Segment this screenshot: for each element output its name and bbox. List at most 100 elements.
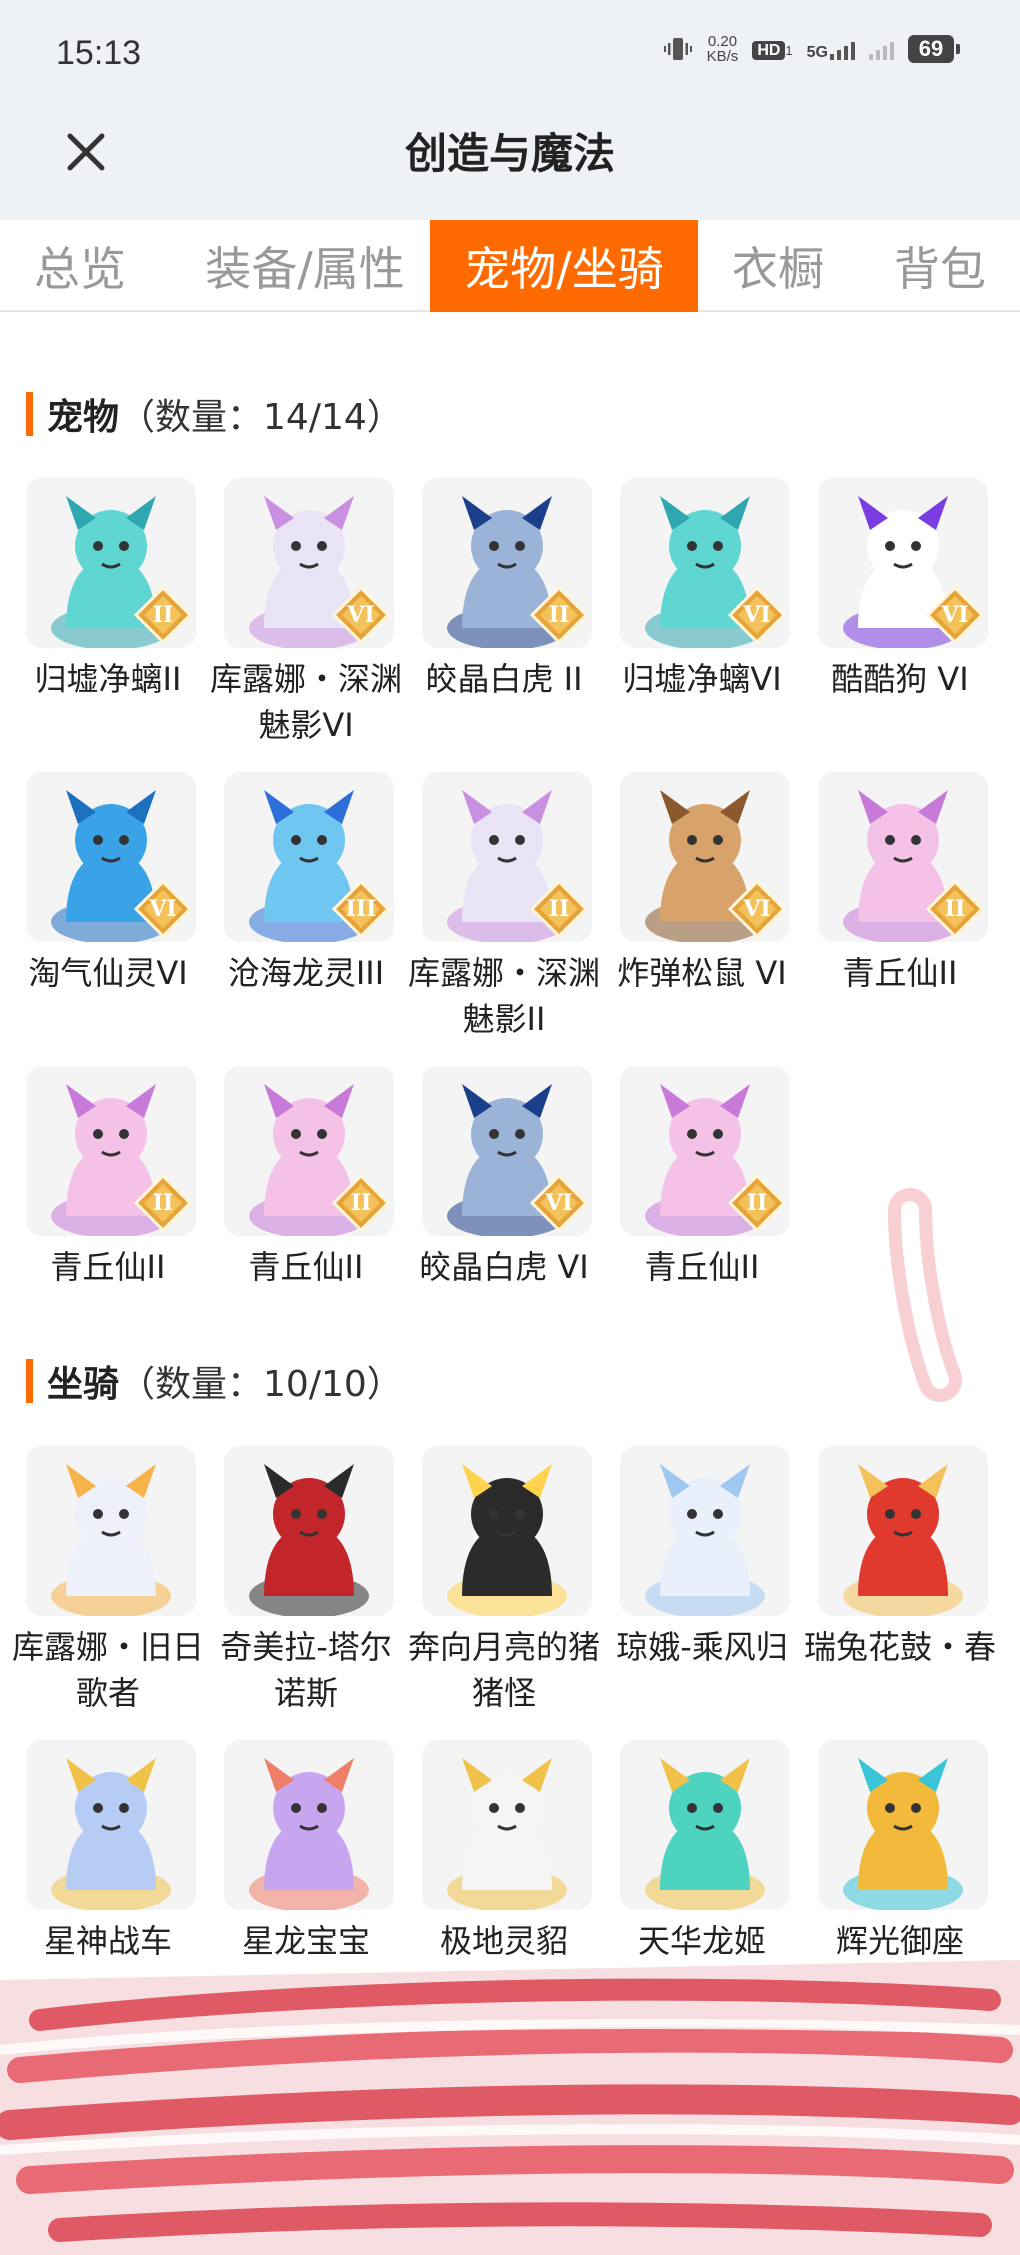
grid-item[interactable]: 奇美拉-塔尔诺斯 [216, 1446, 396, 1716]
grid-item[interactable]: 极地灵貂 [414, 1740, 594, 2010]
grid-item[interactable]: II 库露娜・深渊魅影II [408, 772, 600, 1042]
status-icons: 0.20 KB/s HD 1 5G 69 [663, 34, 960, 64]
tier-badge-label: II [152, 602, 174, 628]
grid-item[interactable]: 奔向月亮的猪猪怪 [408, 1446, 600, 1716]
item-name: 炸弹松鼠 VI [617, 954, 787, 992]
tab-wardrobe[interactable]: 衣橱 [718, 220, 838, 312]
dragon-girl-gold-icon [620, 1740, 790, 1910]
grid-item[interactable]: 星龙宝宝 [216, 1740, 396, 2010]
grid-item[interactable]: 天华龙姬 [612, 1740, 792, 2010]
dog-white-goggles-icon: VI [818, 478, 988, 648]
item-name: 淘气仙灵VI [28, 954, 188, 992]
item-name: 星龙宝宝 [241, 1922, 370, 1960]
status-time: 15:13 [56, 34, 142, 72]
hd-label: HD [752, 40, 786, 60]
tier-badge-label: III [345, 896, 377, 922]
tier-badge-label: II [548, 896, 570, 922]
item-name: 星神战车 [43, 1922, 172, 1960]
vibrate-icon [663, 34, 693, 64]
grid-item[interactable]: VI 淘气仙灵VI [18, 772, 198, 1042]
net-speed-unit: KB/s [706, 48, 739, 65]
grid-item[interactable]: VI 归墟净螭VI [612, 478, 792, 748]
chimera-red-icon [224, 1446, 394, 1616]
tier-badge-label: II [350, 1190, 372, 1216]
grid-item[interactable]: VI 酷酷狗 VI [810, 478, 990, 748]
grid-item[interactable]: VI 炸弹松鼠 VI [612, 772, 792, 1042]
signal-icon [830, 38, 855, 60]
fox-girl-pink-icon: II [818, 772, 988, 942]
battery-level: 69 [908, 35, 954, 63]
item-name: 皎晶白虎 II [425, 660, 583, 698]
item-name: 辉光御座 [835, 1922, 964, 1960]
grid-item[interactable]: III 沧海龙灵III [216, 772, 396, 1042]
fairy-white-icon [620, 1446, 790, 1616]
dragon-boy-blue-icon: III [224, 772, 394, 942]
item-name: 青丘仙II [248, 1248, 364, 1286]
dragon-teal-icon: VI [620, 478, 790, 648]
tab-pets-mounts[interactable]: 宠物/坐骑 [430, 220, 698, 312]
grid-item[interactable]: II 归墟净螭II [18, 478, 198, 748]
item-name: 天华龙姬 [637, 1922, 766, 1960]
network-label: 5G [806, 44, 828, 61]
grid-item[interactable]: II 青丘仙II [216, 1066, 396, 1336]
tab-equipment[interactable]: 装备/属性 [180, 220, 430, 312]
item-name: 归墟净螭VI [622, 660, 782, 698]
section-accent [26, 1359, 33, 1403]
section-count: （数量：10/10） [119, 1364, 403, 1405]
tab-bar: 总览 装备/属性 宠物/坐骑 衣橱 背包 [0, 220, 1020, 312]
grid-item[interactable]: VI 皎晶白虎 VI [414, 1066, 594, 1336]
tier-badge-label: VI [941, 602, 969, 628]
item-name: 皎晶白虎 VI [419, 1248, 589, 1286]
grid-item[interactable]: 星神战车 [18, 1740, 198, 2010]
grid-item[interactable]: II 青丘仙II [18, 1066, 198, 1336]
tab-overview[interactable]: 总览 [10, 220, 150, 312]
tiger-blue-icon: II [422, 478, 592, 648]
item-name: 极地灵貂 [439, 1922, 568, 1960]
horse-blue-icon [26, 1740, 196, 1910]
dragon-teal-icon: II [26, 478, 196, 648]
tier-badge-label: II [152, 1190, 174, 1216]
tier-badge-label: VI [743, 602, 771, 628]
tab-backpack[interactable]: 背包 [870, 220, 1010, 312]
section-count: （数量：14/14） [119, 397, 403, 438]
net-speed-value: 0.20 [707, 33, 738, 50]
item-name: 酷酷狗 VI [831, 660, 969, 698]
item-name: 归墟净螭II [34, 660, 182, 698]
grid-item[interactable]: VI 库露娜・深渊魅影VI [210, 478, 402, 748]
fox-girl-pink-icon: II [224, 1066, 394, 1236]
item-name: 库露娜・旧日歌者 [11, 1628, 204, 1712]
grid-item[interactable]: 琼娥-乘风归 [612, 1446, 792, 1716]
dog-blue-icon: VI [26, 772, 196, 942]
girl-white-orbs-icon [26, 1446, 196, 1616]
girl-white-icon: VI [224, 478, 394, 648]
grid-item[interactable]: 库露娜・旧日歌者 [12, 1446, 204, 1716]
item-name: 青丘仙II [644, 1248, 760, 1286]
signal-icon-secondary [869, 38, 894, 60]
hd-indicator: HD 1 [752, 39, 793, 60]
pig-black-icon [422, 1446, 592, 1616]
fox-girl-pink-icon: II [620, 1066, 790, 1236]
tier-badge-label: II [548, 602, 570, 628]
grid-item[interactable]: 瑞兔花鼓・春 [804, 1446, 996, 1716]
item-name: 奇美拉-塔尔诺斯 [220, 1628, 392, 1712]
item-name: 奔向月亮的猪猪怪 [407, 1628, 600, 1712]
tier-badge-label: VI [743, 896, 771, 922]
tier-badge-label: II [746, 1190, 768, 1216]
grid-item[interactable]: II 皎晶白虎 II [414, 478, 594, 748]
throne-gold-icon [818, 1740, 988, 1910]
item-name: 琼娥-乘风归 [616, 1628, 788, 1666]
grid-item[interactable]: 辉光御座 [810, 1740, 990, 2010]
section-accent [26, 392, 33, 436]
tiger-blue-icon: VI [422, 1066, 592, 1236]
dragon-baby-purple-icon [224, 1740, 394, 1910]
tier-badge-label: VI [347, 602, 375, 628]
squirrel-icon: VI [620, 772, 790, 942]
tier-badge-label: VI [545, 1190, 573, 1216]
signal-5g: 5G [806, 38, 855, 61]
pets-section-title: 宠物 （数量：14/14） [26, 388, 403, 440]
item-name: 青丘仙II [842, 954, 958, 992]
grid-item[interactable]: II 青丘仙II [612, 1066, 792, 1336]
tier-badge-label: II [944, 896, 966, 922]
grid-item[interactable]: II 青丘仙II [810, 772, 990, 1042]
status-bar: 15:13 0.20 KB/s HD 1 5G 69 [0, 0, 1020, 110]
